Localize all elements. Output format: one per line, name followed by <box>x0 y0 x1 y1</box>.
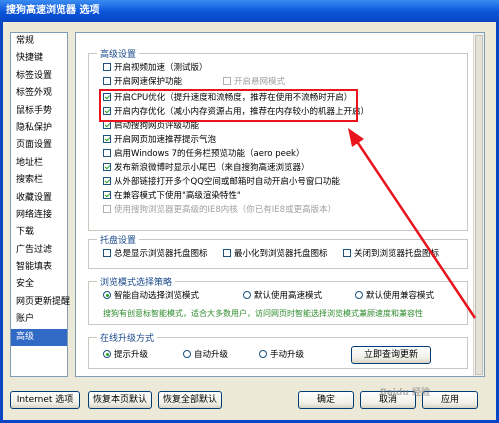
ie8-kernel-checkbox <box>103 205 111 213</box>
option-label: 开启视频加速（测试版） <box>114 63 208 73</box>
option-label: 使用搜狗浏览器更高级的IE8内核（你已有IE8或更高版本） <box>114 205 337 215</box>
sidebar-item-tab-appearance[interactable]: 标签外观 <box>11 85 67 102</box>
tray-minimize-option[interactable]: 最小化到浏览器托盘图标 <box>223 249 328 260</box>
video-acceleration-option[interactable]: 开启视频加速（测试版） <box>103 63 208 74</box>
restore-page-default-button[interactable]: 恢复本页默认 <box>88 391 152 409</box>
tray-always-checkbox[interactable] <box>103 249 111 257</box>
sidebar-item-security[interactable]: 安全 <box>11 276 67 293</box>
high-speed-mode-option[interactable]: 默认使用高速模式 <box>243 291 322 302</box>
browse-mode-group: 浏览模式选择策略 智能自动选择浏览模式 默认使用高速模式 默认使用兼容模式 搜狗… <box>88 275 468 325</box>
aero-peek-checkbox[interactable] <box>103 149 111 157</box>
sidebar-item-search-bar[interactable]: 搜索栏 <box>11 172 67 189</box>
sidebar-item-advanced[interactable]: 高级 <box>11 328 67 347</box>
sidebar-item-ad-filter[interactable]: 广告过滤 <box>11 242 67 259</box>
prompt-upgrade-radio[interactable] <box>103 350 111 358</box>
sidebar-item-network[interactable]: 网络连接 <box>11 207 67 224</box>
highlight-box <box>99 89 358 122</box>
compatible-mode-option[interactable]: 默认使用兼容模式 <box>355 291 434 302</box>
option-label: 智能自动选择浏览模式 <box>114 291 200 301</box>
manual-upgrade-radio[interactable] <box>259 350 267 358</box>
settings-panel: 高级设置 开启视频加速（测试版） 开启网速保护功能 开启悬网模式 开启CPU优化… <box>75 32 485 377</box>
ok-button[interactable]: 确定 <box>298 391 354 409</box>
sidebar-item-autofill[interactable]: 智能填表 <box>11 259 67 276</box>
sidebar-item-account[interactable]: 账户 <box>11 311 67 328</box>
acceleration-bubble-option[interactable]: 开启网页加速推荐提示气泡 <box>103 135 216 146</box>
sidebar-item-tab-settings[interactable]: 标签设置 <box>11 68 67 85</box>
sidebar-item-shortcuts[interactable]: 快捷键 <box>11 50 67 67</box>
sidebar-item-page-settings[interactable]: 页面设置 <box>11 137 67 154</box>
tray-always-option[interactable]: 总是显示浏览器托盘图标 <box>103 249 208 260</box>
advanced-render-checkbox[interactable] <box>103 191 111 199</box>
tray-settings-title: 托盘设置 <box>97 233 140 246</box>
title-bar: 搜狗高速浏览器 选项 <box>0 0 499 22</box>
option-label: 开启网速保护功能 <box>114 77 183 87</box>
qq-small-window-option[interactable]: 从外部链接打开多个QQ空间或邮箱时自动开启小号窗口功能 <box>103 177 340 188</box>
video-acceleration-checkbox[interactable] <box>103 63 111 71</box>
option-label: 从外部链接打开多个QQ空间或邮箱时自动开启小号窗口功能 <box>114 177 340 187</box>
tray-settings-group: 托盘设置 总是显示浏览器托盘图标 最小化到浏览器托盘图标 关闭到浏览器托盘图标 <box>88 233 468 269</box>
option-label: 自动升级 <box>194 350 229 360</box>
mode-hint: 搜狗有创意标智能模式，适合大多数用户，访问网页时智能选择浏览模式兼顾速度和兼容性 <box>103 309 423 318</box>
sidebar-item-mouse-gestures[interactable]: 鼠标手势 <box>11 103 67 120</box>
online-upgrade-title: 在线升级方式 <box>97 331 158 344</box>
aero-peek-option[interactable]: 启用Windows 7的任务栏预览功能（aero peek） <box>103 149 304 160</box>
page-rating-option[interactable]: 启动搜狗网页评级功能 <box>103 121 199 132</box>
acceleration-bubble-checkbox[interactable] <box>103 135 111 143</box>
sidebar-item-download[interactable]: 下载 <box>11 224 67 241</box>
option-label: 提示升级 <box>114 350 149 360</box>
advanced-settings-title: 高级设置 <box>97 47 140 60</box>
apply-button[interactable]: 应用 <box>422 391 478 409</box>
manual-upgrade-option[interactable]: 手动升级 <box>259 350 304 361</box>
smart-mode-radio[interactable] <box>103 291 111 299</box>
online-upgrade-group: 在线升级方式 提示升级 自动升级 手动升级 立即查询更新 <box>88 331 468 369</box>
option-label: 总是显示浏览器托盘图标 <box>114 249 208 259</box>
restore-all-default-button[interactable]: 恢复全部默认 <box>158 391 222 409</box>
network-protection-checkbox[interactable] <box>103 77 111 85</box>
sidebar-item-favorites[interactable]: 收藏设置 <box>11 190 67 207</box>
extra-mode-option: 开启悬网模式 <box>223 77 285 88</box>
option-label: 在兼容模式下使用"高级渲染特性" <box>114 191 241 201</box>
option-label: 关闭到浏览器托盘图标 <box>354 249 440 259</box>
smart-mode-option[interactable]: 智能自动选择浏览模式 <box>103 291 199 302</box>
scrollbar-thumb[interactable] <box>475 35 483 375</box>
browse-mode-title: 浏览模式选择策略 <box>97 275 176 288</box>
sidebar-item-address-bar[interactable]: 地址栏 <box>11 155 67 172</box>
option-label: 默认使用兼容模式 <box>366 291 435 301</box>
network-protection-option[interactable]: 开启网速保护功能 <box>103 77 182 88</box>
weibo-tail-checkbox[interactable] <box>103 163 111 171</box>
option-label: 启用Windows 7的任务栏预览功能（aero peek） <box>114 149 305 159</box>
ie8-kernel-option: 使用搜狗浏览器更高级的IE8内核（你已有IE8或更高版本） <box>103 205 336 216</box>
option-label: 手动升级 <box>270 350 305 360</box>
qq-small-window-checkbox[interactable] <box>103 177 111 185</box>
tray-close-option[interactable]: 关闭到浏览器托盘图标 <box>343 249 439 260</box>
weibo-tail-option[interactable]: 发布新浪微博时显示小尾巴（来自搜狗高速浏览器） <box>103 163 310 174</box>
tray-minimize-checkbox[interactable] <box>223 249 231 257</box>
high-speed-mode-radio[interactable] <box>243 291 251 299</box>
auto-upgrade-option[interactable]: 自动升级 <box>183 350 228 361</box>
option-label: 最小化到浏览器托盘图标 <box>234 249 328 259</box>
sidebar-item-privacy[interactable]: 隐私保护 <box>11 120 67 137</box>
advanced-settings-group: 高级设置 开启视频加速（测试版） 开启网速保护功能 开启悬网模式 开启CPU优化… <box>88 47 468 231</box>
check-update-button[interactable]: 立即查询更新 <box>351 346 431 364</box>
option-label: 开启悬网模式 <box>234 77 286 87</box>
sidebar-item-general[interactable]: 常规 <box>11 33 67 50</box>
compatible-mode-radio[interactable] <box>355 291 363 299</box>
option-label: 开启网页加速推荐提示气泡 <box>114 135 217 145</box>
sidebar: 常规 快捷键 标签设置 标签外观 鼠标手势 隐私保护 页面设置 地址栏 搜索栏 … <box>10 32 70 377</box>
watermark: Baidu 经验 <box>380 388 431 398</box>
option-label: 启动搜狗网页评级功能 <box>114 121 200 131</box>
advanced-render-option[interactable]: 在兼容模式下使用"高级渲染特性" <box>103 191 241 202</box>
internet-options-button[interactable]: Internet 选项 <box>10 391 80 409</box>
extra-mode-checkbox <box>223 77 231 85</box>
prompt-upgrade-option[interactable]: 提示升级 <box>103 350 148 361</box>
window-title: 搜狗高速浏览器 选项 <box>6 5 100 16</box>
auto-upgrade-radio[interactable] <box>183 350 191 358</box>
option-label: 发布新浪微博时显示小尾巴（来自搜狗高速浏览器） <box>114 163 310 173</box>
sidebar-item-update-reminder[interactable]: 网页更新提醒 <box>11 294 70 311</box>
tray-close-checkbox[interactable] <box>343 249 351 257</box>
page-rating-checkbox[interactable] <box>103 121 111 129</box>
option-label: 默认使用高速模式 <box>254 291 323 301</box>
vertical-scrollbar[interactable] <box>473 33 484 376</box>
